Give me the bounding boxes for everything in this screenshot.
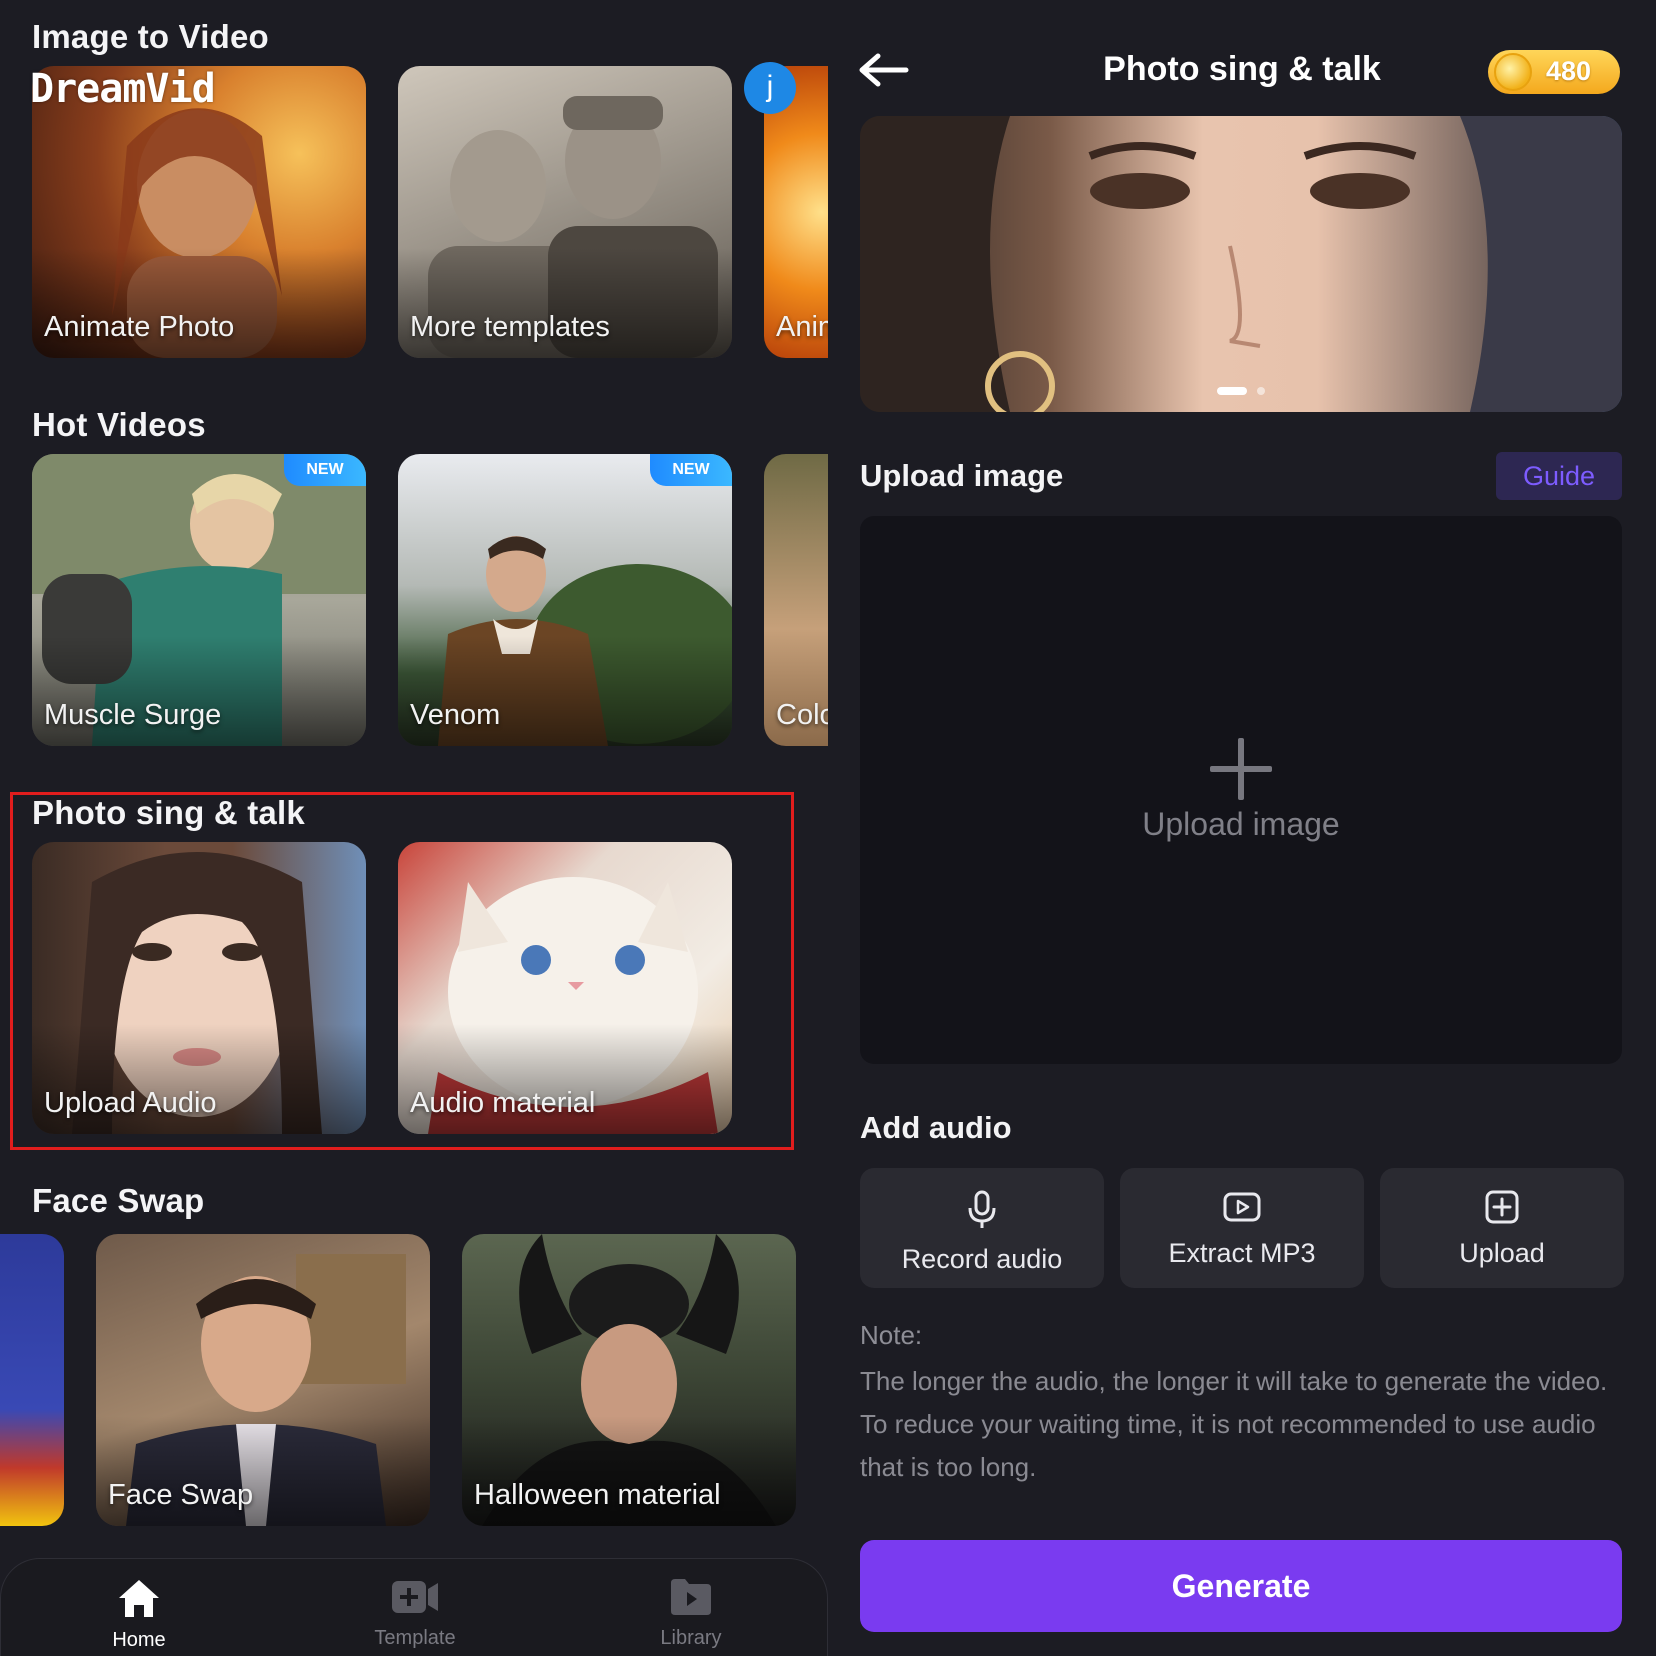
card-label: Venom xyxy=(410,699,501,731)
upload-audio-label: Upload xyxy=(1459,1238,1545,1268)
plus-icon xyxy=(1210,738,1272,800)
hot-videos-row: NEW Muscle Surge NEW Venom Colo xyxy=(0,454,828,746)
nav-library[interactable]: Library xyxy=(621,1577,761,1650)
coin-count: 480 xyxy=(1546,56,1592,86)
preview-woman-face-image xyxy=(860,116,1622,412)
face-swap-row: Face Swap Halloween material xyxy=(0,1234,828,1526)
card-audio-material[interactable]: Audio material xyxy=(398,842,732,1134)
section-title-hot-videos: Hot Videos xyxy=(32,406,206,443)
nav-label-template: Template xyxy=(374,1627,456,1649)
upload-image-area[interactable]: Upload image xyxy=(860,516,1622,1064)
card-label: Anim xyxy=(776,311,828,343)
section-title-image-to-video: Image to Video xyxy=(32,18,269,55)
generate-button[interactable]: Generate xyxy=(860,1540,1622,1632)
upload-image-label: Upload image xyxy=(1142,806,1340,842)
carousel-dot xyxy=(1257,386,1266,395)
card-label: Halloween material xyxy=(474,1479,721,1511)
coin-balance[interactable]: 480 xyxy=(1488,50,1620,94)
card-label: More templates xyxy=(410,311,610,343)
card-label: Colo xyxy=(776,699,828,731)
template-icon xyxy=(392,1581,438,1613)
photo-sing-talk-screen: Photo sing & talk 480 Upload image Guide… xyxy=(828,0,1656,1656)
home-icon xyxy=(119,1580,159,1617)
nav-template[interactable]: Template xyxy=(345,1577,485,1650)
card-label: Face Swap xyxy=(108,1479,254,1511)
user-avatar[interactable]: j xyxy=(744,62,796,114)
card-venom[interactable]: NEW Venom xyxy=(398,454,732,746)
home-screen: Image to Video DreamVid j Animate Photo … xyxy=(0,0,828,1656)
bottom-nav: Home Template Library xyxy=(0,1558,828,1656)
add-box-icon xyxy=(1485,1190,1519,1224)
card-face-swap-partial[interactable] xyxy=(0,1234,64,1526)
card-colo-partial[interactable]: Colo xyxy=(764,454,828,746)
record-audio-button[interactable]: Record audio xyxy=(860,1168,1104,1288)
carousel-dot-active xyxy=(1216,386,1247,395)
library-icon xyxy=(671,1579,711,1615)
preview-carousel[interactable] xyxy=(860,116,1622,412)
video-play-icon xyxy=(1223,1192,1261,1222)
card-label: Audio material xyxy=(410,1087,596,1119)
card-more-templates[interactable]: More templates xyxy=(398,66,732,358)
nav-home[interactable]: Home xyxy=(69,1577,209,1652)
new-badge: NEW xyxy=(650,454,732,486)
card-face-swap[interactable]: Face Swap xyxy=(96,1234,430,1526)
brand-watermark: DreamVid xyxy=(30,66,216,112)
card-halloween-material[interactable]: Halloween material xyxy=(462,1234,796,1526)
nav-label-home: Home xyxy=(112,1629,166,1651)
section-title-face-swap: Face Swap xyxy=(32,1182,205,1219)
card-label: Animate Photo xyxy=(44,311,235,343)
coin-icon xyxy=(1494,53,1532,91)
note-title: Note: xyxy=(860,1320,923,1350)
carousel-indicator xyxy=(860,382,1622,400)
section-title-photo-sing-talk: Photo sing & talk xyxy=(32,794,305,831)
nav-label-library: Library xyxy=(660,1627,722,1649)
extract-mp3-label: Extract MP3 xyxy=(1168,1238,1316,1268)
microphone-icon xyxy=(968,1190,996,1228)
add-audio-heading: Add audio xyxy=(860,1110,1012,1145)
guide-button[interactable]: Guide xyxy=(1496,452,1622,500)
photo-sing-talk-row: Upload Audio Audio material xyxy=(0,842,828,1134)
record-audio-label: Record audio xyxy=(901,1244,1063,1274)
note-text: The longer the audio, the longer it will… xyxy=(860,1366,1608,1482)
card-label: Muscle Surge xyxy=(44,699,222,731)
card-muscle-surge[interactable]: NEW Muscle Surge xyxy=(32,454,366,746)
new-badge: NEW xyxy=(284,454,366,486)
card-upload-audio[interactable]: Upload Audio xyxy=(32,842,366,1134)
upload-image-heading: Upload image xyxy=(860,458,1064,493)
extract-mp3-button[interactable]: Extract MP3 xyxy=(1120,1168,1364,1288)
upload-audio-button[interactable]: Upload xyxy=(1380,1168,1624,1288)
card-label: Upload Audio xyxy=(44,1087,217,1119)
